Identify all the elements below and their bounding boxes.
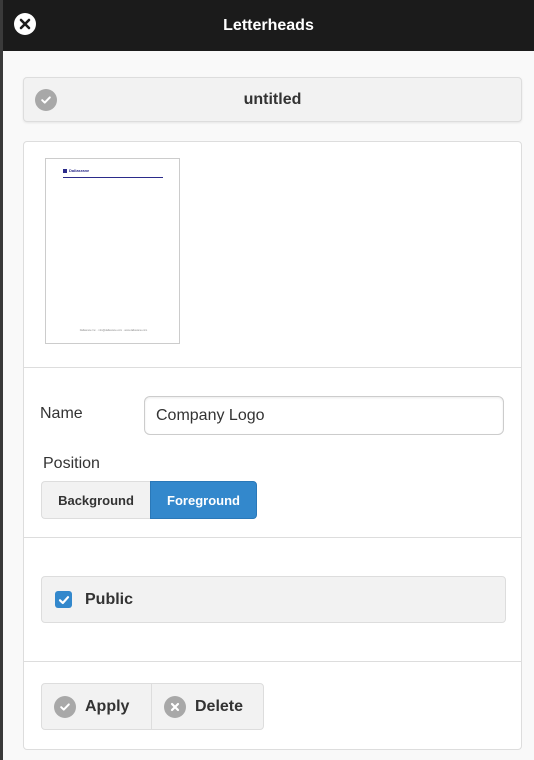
preview-company-text: Dallasrane xyxy=(69,168,90,173)
position-foreground-button[interactable]: Foreground xyxy=(150,481,257,519)
letterhead-title-bar[interactable]: untitled xyxy=(23,77,522,122)
position-label: Position xyxy=(43,455,100,472)
divider xyxy=(24,661,521,662)
letterhead-preview[interactable]: Dallasrane Dallasrane Inc. · info@dallas… xyxy=(45,158,180,344)
check-circle-icon xyxy=(35,89,57,111)
letterhead-title: untitled xyxy=(243,90,302,108)
divider xyxy=(24,537,521,538)
letterhead-panel: Dallasrane Dallasrane Inc. · info@dallas… xyxy=(23,141,522,750)
close-icon xyxy=(19,18,31,30)
close-button[interactable] xyxy=(14,13,36,35)
app-header: Letterheads xyxy=(3,0,534,51)
preview-footer-text: Dallasrane Inc. · info@dallasrane.com · … xyxy=(79,329,148,332)
position-toggle: Background Foreground xyxy=(41,481,257,519)
delete-label: Delete xyxy=(195,697,244,715)
delete-icon xyxy=(164,695,186,718)
delete-button[interactable]: Delete xyxy=(152,684,263,729)
preview-logo-icon xyxy=(63,169,67,173)
action-group: Apply Delete xyxy=(41,683,264,730)
name-label: Name xyxy=(40,405,83,422)
apply-button[interactable]: Apply xyxy=(42,684,152,729)
apply-label: Apply xyxy=(85,697,130,715)
public-label: Public xyxy=(85,590,134,608)
divider xyxy=(24,367,521,368)
public-checkbox-row[interactable]: Public xyxy=(41,576,506,623)
preview-rule xyxy=(63,177,163,178)
checkmark-icon xyxy=(58,595,69,604)
check-circle-icon xyxy=(54,695,76,718)
window-frame xyxy=(0,0,3,760)
position-background-button[interactable]: Background xyxy=(41,481,150,519)
public-checkbox[interactable] xyxy=(55,591,72,608)
name-input[interactable] xyxy=(144,396,504,435)
header-title: Letterheads xyxy=(223,16,314,34)
